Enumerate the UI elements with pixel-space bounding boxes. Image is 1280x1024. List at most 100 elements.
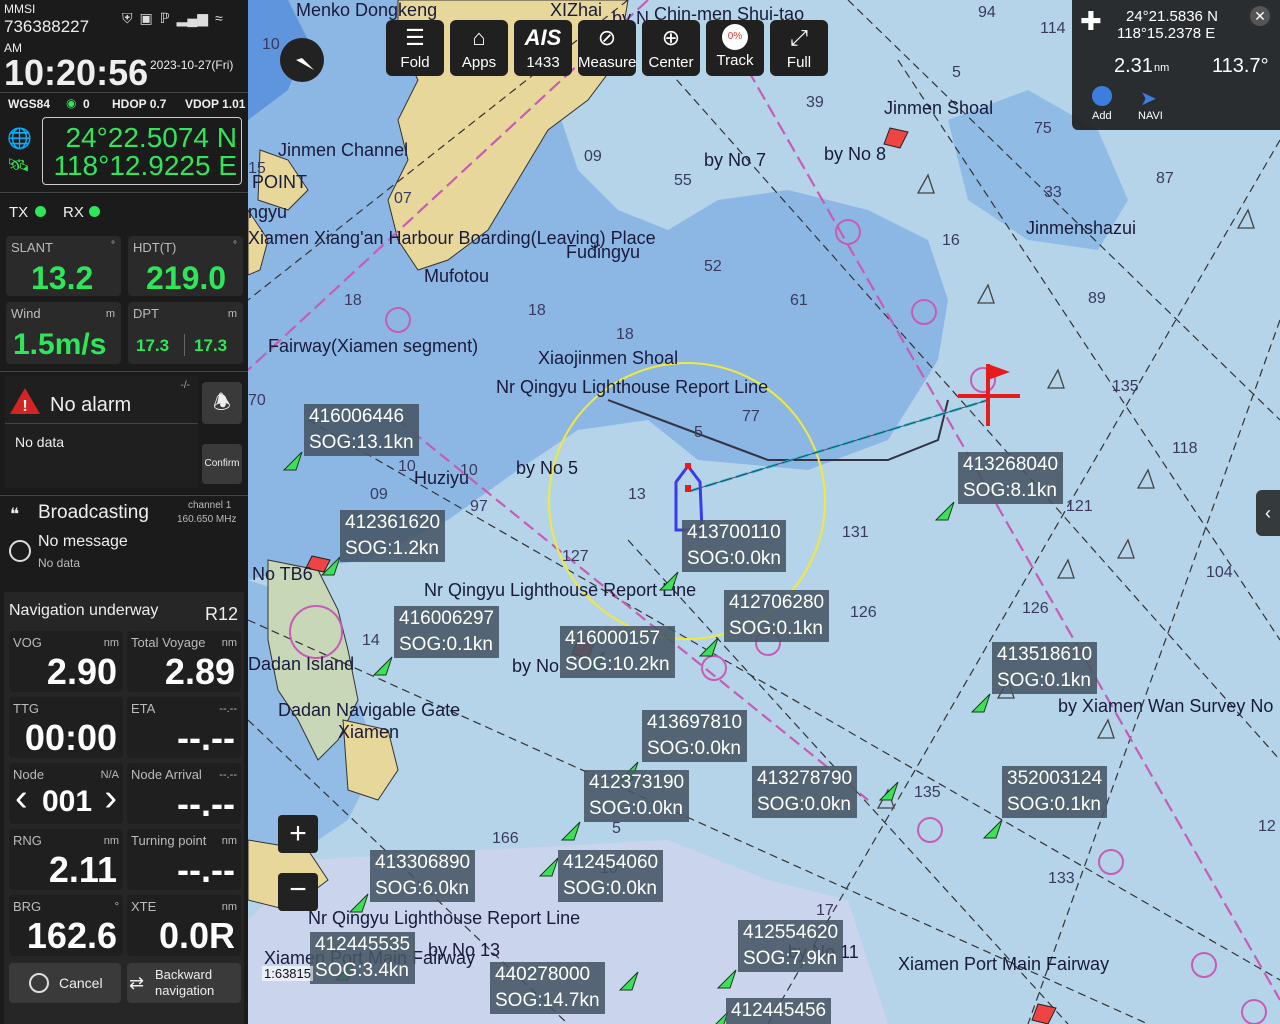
toolbar-button-track[interactable]: 0% Track: [706, 20, 764, 76]
ais-target-icon[interactable]: [934, 500, 956, 522]
ais-sog: SOG:8.1kn: [963, 480, 1057, 501]
toolbar-button-full[interactable]: ⤢ Full: [770, 20, 828, 76]
nav-cell[interactable]: RNG nm 2.11: [9, 829, 123, 890]
ais-label[interactable]: 412445535 SOG:3.4kn: [310, 932, 416, 984]
zoom-in-button[interactable]: +: [278, 815, 318, 853]
ais-target-icon[interactable]: [970, 692, 992, 714]
ais-sog: SOG:0.1kn: [997, 670, 1091, 691]
map-place-label: Xiamen Port Main Fairway: [898, 954, 1110, 974]
navi-label: NAVI: [1138, 110, 1163, 122]
zoom-out-button[interactable]: −: [278, 873, 318, 911]
cancel-button[interactable]: Cancel: [9, 963, 121, 1003]
depth-sounding: 5: [952, 64, 961, 81]
nav-cell-unit: nm: [221, 901, 237, 913]
toolbar-button-1433[interactable]: AIS 1433: [514, 20, 572, 76]
crosshair-icon: ✚: [1080, 6, 1102, 36]
ais-label[interactable]: 412706280 SOG:0.1kn: [724, 590, 830, 642]
toolbar-button-fold[interactable]: ☰ Fold: [386, 20, 444, 76]
nav-cell[interactable]: Total Voyage nm 2.89: [127, 631, 241, 692]
nav-cell-value: 162.6: [26, 915, 117, 956]
ais-label[interactable]: 413278790 SOG:0.0kn: [752, 766, 858, 818]
ais-target-icon[interactable]: [538, 856, 560, 878]
map-place-label: Mufotou: [424, 266, 490, 286]
nav-cell[interactable]: XTE nm 0.0R: [127, 895, 241, 956]
navigate-icon[interactable]: ➤: [1140, 86, 1157, 111]
ais-target-icon[interactable]: [372, 655, 394, 677]
depth-sounding: 126: [1022, 600, 1049, 617]
position-box: 24°22.5074 N 118°12.9225 E: [42, 117, 242, 185]
add-waypoint-icon[interactable]: [1092, 86, 1112, 106]
chart-map[interactable]: Menko Dongkeng Chin-men Shui-tao Jinmen Sh…: [248, 0, 1280, 1024]
ais-label[interactable]: 413268040 SOG:8.1kn: [958, 452, 1064, 504]
gauge-heading[interactable]: HDT(T) ° 219.0: [128, 236, 243, 296]
ais-target-icon[interactable]: [716, 968, 738, 990]
bell-icon: 🕭: [213, 392, 231, 414]
nav-cell[interactable]: Node Arrival --.-- --.--: [127, 763, 241, 824]
nav-cell[interactable]: VOG nm 2.90: [9, 631, 123, 692]
ais-label[interactable]: 416006446 SOG:13.1kn: [304, 404, 419, 456]
svg-text:!: !: [22, 398, 27, 415]
ais-label[interactable]: 413700110 SOG:0.0kn: [682, 520, 786, 572]
depth-sounding: 55: [674, 172, 692, 189]
message-title: No message: [38, 533, 128, 550]
nav-cell[interactable]: TTG 00:00: [9, 697, 123, 758]
nav-cell[interactable]: ‹ › Node N/A 001: [9, 763, 123, 824]
ais-label[interactable]: 413697810 SOG:0.0kn: [642, 710, 748, 762]
ais-label[interactable]: 412373190 SOG:0.0kn: [584, 770, 690, 822]
gauge-unit: °: [111, 240, 115, 251]
nav-cell-label: TTG: [13, 701, 39, 716]
nav-cell-label: XTE: [131, 899, 157, 914]
map-place-label: by No 13: [428, 940, 501, 960]
map-place-label: by No 8: [824, 144, 887, 164]
divider: [0, 371, 248, 372]
nav-cell-unit: nm: [221, 637, 237, 649]
ais-label[interactable]: 412361620 SOG:1.2kn: [340, 510, 446, 562]
nav-cell[interactable]: BRG ° 162.6: [9, 895, 123, 956]
gauge-wind[interactable]: Wind m 1.5m/s: [6, 302, 121, 364]
nav-cell-label: ETA: [131, 701, 156, 716]
ais-label[interactable]: 352003124 SOG:0.1kn: [1002, 766, 1108, 818]
ais-target-icon[interactable]: [982, 818, 1004, 840]
backward-navigation-button[interactable]: ⇄ Backward navigation: [127, 963, 241, 1003]
ais-target-icon[interactable]: [618, 970, 640, 992]
chevron-right-icon[interactable]: ›: [104, 777, 117, 820]
toolbar-button-measure[interactable]: ⊘ Measure: [578, 20, 636, 76]
toolbar-button-apps[interactable]: ⌂ Apps: [450, 20, 508, 76]
ais-label[interactable]: 412445456: [726, 998, 832, 1024]
ais-label[interactable]: 440278000 SOG:14.7kn: [490, 962, 605, 1014]
ais-target-icon[interactable]: [560, 820, 582, 842]
depth-sounding: 75: [1034, 120, 1052, 137]
gauge-unit: m: [105, 308, 115, 320]
gauge-slant[interactable]: SLANT ° 13.2: [6, 236, 121, 296]
nav-cell[interactable]: Turning point nm --.--: [127, 829, 241, 890]
ais-target-icon[interactable]: [878, 780, 900, 802]
ais-label[interactable]: 412454060 SOG:0.0kn: [558, 850, 664, 902]
chevron-left-icon[interactable]: ‹: [15, 777, 28, 820]
vdop: VDOP 1.01: [185, 97, 246, 111]
map-place-label: Nr Qingyu Lighthouse Report Line: [424, 580, 697, 600]
ais-label[interactable]: 416000157 SOG:10.2kn: [560, 626, 675, 678]
clock-date: 2023-10-27(Fri): [150, 58, 234, 72]
gauge-depth[interactable]: DPT m 17.3 17.3: [128, 302, 243, 364]
ais-label[interactable]: 412554620 SOG:7.9kn: [738, 920, 844, 972]
toolbar-button-center[interactable]: ⊕ Center: [642, 20, 700, 76]
ais-label[interactable]: 416006297 SOG:0.1kn: [394, 606, 500, 658]
ais-target-icon[interactable]: [698, 636, 720, 658]
depth-sounding: 104: [1206, 564, 1233, 581]
bell-button[interactable]: 🕭: [202, 382, 242, 424]
backward-label: Backward navigation: [155, 967, 215, 998]
close-icon[interactable]: ✕: [1250, 6, 1270, 26]
confirm-button[interactable]: Confirm: [202, 444, 242, 484]
expand-panel-button[interactable]: ‹: [1256, 490, 1280, 536]
ais-label[interactable]: 413306890 SOG:6.0kn: [370, 850, 476, 902]
ais-target-icon[interactable]: [282, 450, 304, 472]
ais-target-icon[interactable]: [348, 892, 370, 914]
ruler-icon: ⊘: [597, 25, 617, 50]
ais-target-icon[interactable]: [320, 555, 342, 577]
ais-label[interactable]: 413518610 SOG:0.1kn: [992, 642, 1098, 694]
ais-target-icon[interactable]: [658, 570, 680, 592]
toolbar-label: Full: [786, 54, 812, 71]
nav-cell-value: 2.11: [48, 849, 117, 890]
ais-sog: SOG:13.1kn: [309, 432, 414, 453]
nav-cell[interactable]: ETA --.-- --.--: [127, 697, 241, 758]
